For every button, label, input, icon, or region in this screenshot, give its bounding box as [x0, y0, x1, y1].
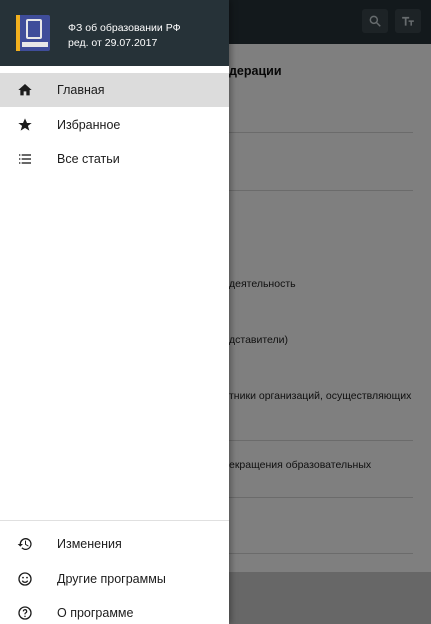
app-title: ФЗ об образовании РФ: [68, 22, 181, 34]
menu-item-label: О программе: [57, 606, 134, 620]
menu-item-label: Все статьи: [57, 152, 120, 166]
menu-item-favorites[interactable]: Избранное: [0, 108, 229, 142]
menu-item-label: Изменения: [57, 537, 122, 551]
drawer-header: ФЗ об образовании РФ ред. от 29.07.2017: [0, 0, 229, 66]
navigation-drawer: ФЗ об образовании РФ ред. от 29.07.2017 …: [0, 0, 229, 624]
app-logo-icon: [16, 15, 50, 51]
menu-item-home[interactable]: Главная: [0, 73, 229, 107]
drawer-divider: [0, 520, 229, 521]
home-icon: [16, 81, 34, 99]
menu-item-other-apps[interactable]: Другие программы: [0, 562, 229, 596]
menu-item-all-articles[interactable]: Все статьи: [0, 142, 229, 176]
menu-item-changes[interactable]: Изменения: [0, 527, 229, 561]
list-icon: [16, 150, 34, 168]
menu-item-label: Другие программы: [57, 572, 166, 586]
help-icon: [16, 604, 34, 622]
app-edition: ред. от 29.07.2017: [68, 37, 158, 49]
menu-item-about[interactable]: О программе: [0, 596, 229, 624]
menu-item-label: Главная: [57, 83, 105, 97]
history-icon: [16, 535, 34, 553]
smiley-icon: [16, 570, 34, 588]
star-icon: [16, 116, 34, 134]
menu-item-label: Избранное: [57, 118, 121, 132]
